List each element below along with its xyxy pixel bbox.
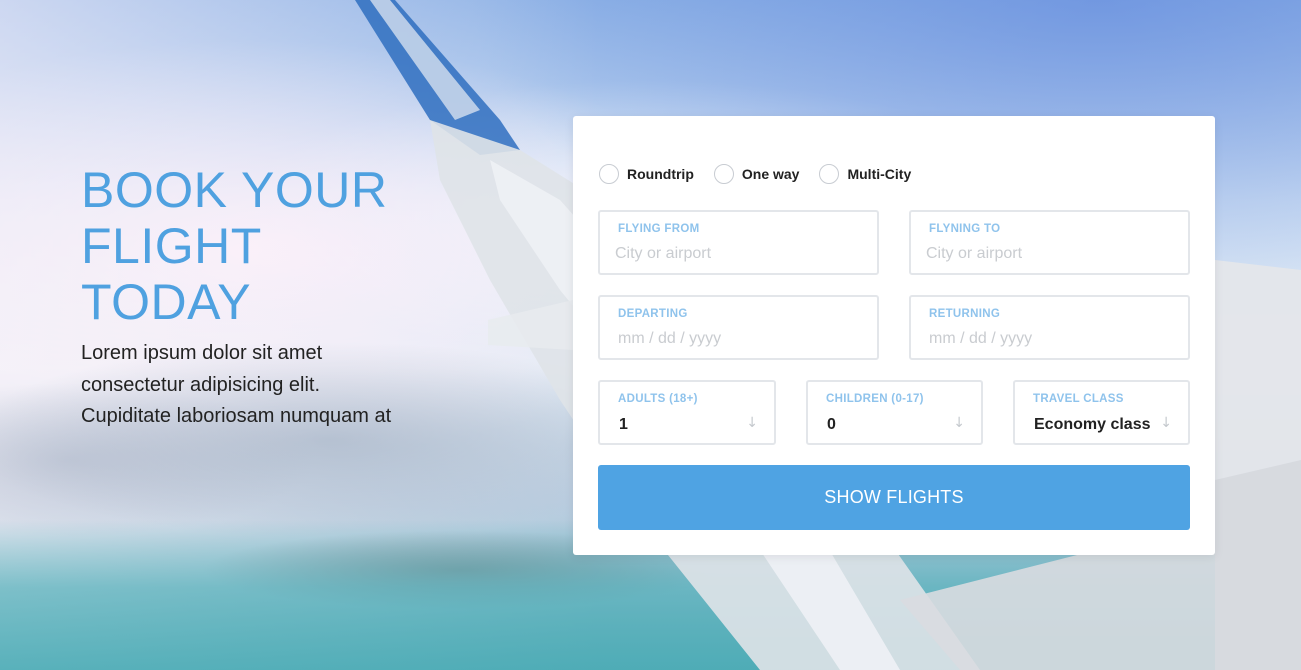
show-flights-button[interactable]: SHOW FLIGHTS: [598, 465, 1190, 530]
arrow-down-icon: ↓: [953, 415, 965, 431]
radio-label: Roundtrip: [627, 166, 694, 182]
field-label: ADULTS (18+): [618, 393, 698, 405]
children-value: 0: [827, 416, 836, 433]
children-select[interactable]: CHILDREN (0-17) 0 ↓: [806, 380, 983, 445]
travel-class-value: Economy class: [1034, 416, 1151, 433]
booking-form-card: Roundtrip One way Multi-City FLYING FROM…: [573, 116, 1215, 555]
trip-type-group: Roundtrip One way Multi-City: [599, 164, 931, 184]
field-label: CHILDREN (0-17): [826, 393, 924, 405]
radio-one-way[interactable]: One way: [713, 164, 800, 184]
radio-roundtrip[interactable]: Roundtrip: [599, 164, 694, 184]
hero-title: BOOK YOUR FLIGHT TODAY: [81, 162, 388, 330]
radio-circle[interactable]: [713, 164, 734, 184]
adults-select[interactable]: ADULTS (18+) 1 ↓: [598, 380, 776, 445]
field-label: RETURNING: [929, 308, 1001, 320]
arrow-down-icon: ↓: [746, 415, 758, 431]
radio-circle[interactable]: [819, 164, 840, 184]
returning-date-input[interactable]: [929, 330, 1176, 348]
arrow-down-icon: ↓: [1160, 415, 1172, 431]
field-label: TRAVEL CLASS: [1033, 393, 1124, 405]
flying-from-input[interactable]: [615, 245, 862, 263]
flying-to-field[interactable]: FLYNING TO: [909, 210, 1190, 275]
radio-multi-city[interactable]: Multi-City: [819, 164, 911, 184]
radio-circle[interactable]: [599, 164, 619, 184]
returning-field[interactable]: RETURNING: [909, 295, 1190, 360]
field-label: FLYNING TO: [929, 223, 1001, 235]
adults-value: 1: [619, 416, 628, 433]
flying-from-field[interactable]: FLYING FROM: [598, 210, 879, 275]
travel-class-select[interactable]: TRAVEL CLASS Economy class ↓: [1013, 380, 1190, 445]
hero-subtitle: Lorem ipsum dolor sit amet consectetur a…: [81, 342, 392, 427]
field-label: FLYING FROM: [618, 223, 700, 235]
departing-date-input[interactable]: [618, 330, 865, 348]
field-label: DEPARTING: [618, 308, 688, 320]
hero-section: BOOK YOUR FLIGHT TODAY Lorem ipsum dolor…: [81, 162, 501, 433]
radio-label: Multi-City: [847, 166, 912, 182]
flying-to-input[interactable]: [926, 245, 1173, 263]
radio-label: One way: [741, 166, 800, 182]
departing-field[interactable]: DEPARTING: [598, 295, 879, 360]
